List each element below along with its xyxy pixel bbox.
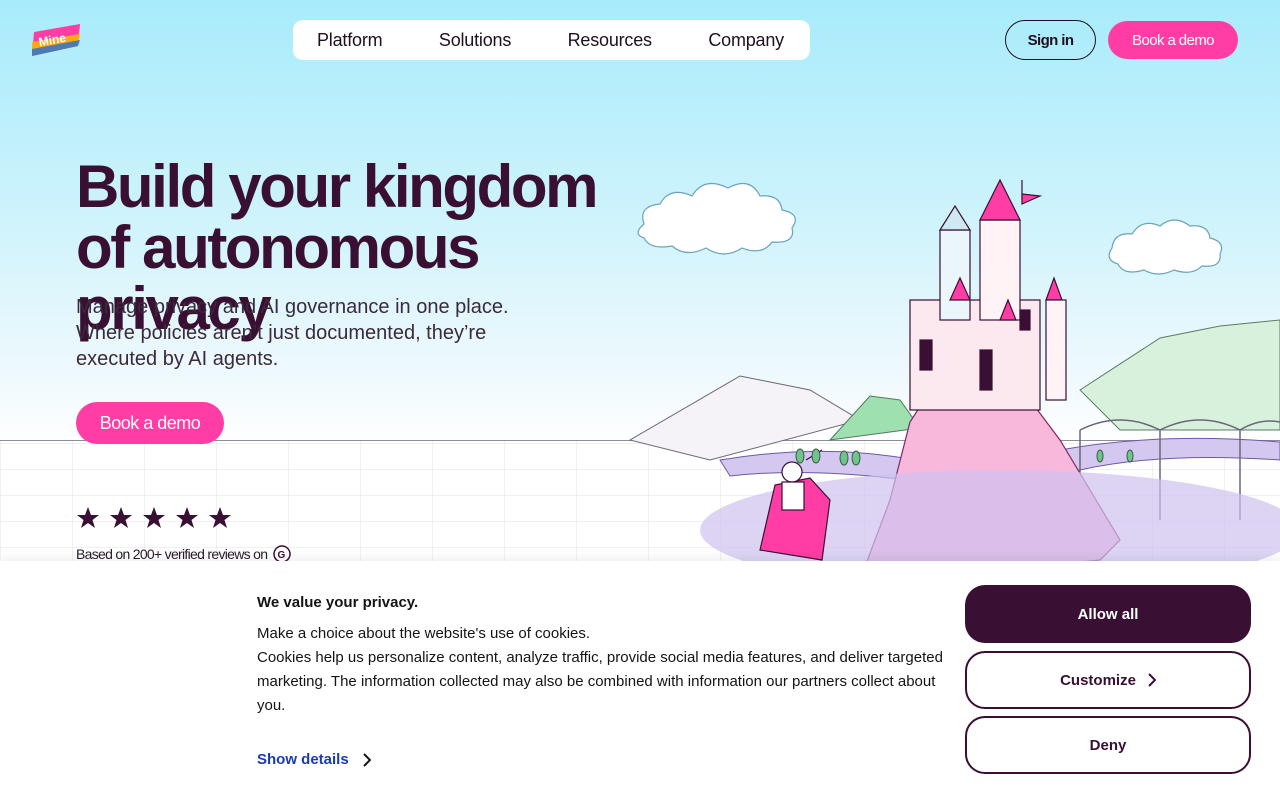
- reviews-text: Based on 200+ verified reviews on: [76, 546, 268, 562]
- chevron-right-icon: [1148, 673, 1156, 687]
- cookie-title: We value your privacy.: [257, 594, 419, 611]
- customize-button[interactable]: Customize: [965, 651, 1251, 709]
- star-icon: [176, 507, 198, 528]
- mountain-left: [628, 375, 862, 461]
- main-nav: Platform Solutions Resources Company: [293, 20, 810, 60]
- castle: [909, 178, 1067, 411]
- cookie-text: Make a choice about the website's use of…: [257, 622, 947, 718]
- sign-in-button[interactable]: Sign in: [1005, 20, 1096, 60]
- cloud-left: [637, 182, 796, 255]
- rating-stars: [76, 506, 232, 530]
- headline-line-1: Build your kingdom: [76, 153, 599, 220]
- mine-logo-icon[interactable]: Mine: [32, 24, 82, 56]
- allow-all-button[interactable]: Allow all: [965, 585, 1251, 643]
- show-details-label: Show details: [257, 751, 349, 768]
- chevron-right-icon: [362, 752, 371, 767]
- cloud-right: [1108, 219, 1223, 275]
- nav-item-solutions[interactable]: Solutions: [439, 30, 511, 51]
- mountain-right: [1079, 319, 1280, 431]
- cookie-text-line-2: Cookies help us personalize content, ana…: [257, 649, 943, 714]
- star-icon: [143, 507, 165, 528]
- nav-item-resources[interactable]: Resources: [568, 30, 652, 51]
- cookie-text-line-1: Make a choice about the website's use of…: [257, 625, 591, 642]
- deny-button[interactable]: Deny: [965, 716, 1251, 774]
- nav-item-platform[interactable]: Platform: [317, 30, 383, 51]
- star-icon: [209, 507, 231, 528]
- hero-subtitle: Manage privacy and AI governance in one …: [76, 296, 509, 370]
- hero-section: Mine Platform Solutions Resources Compan…: [0, 0, 1280, 600]
- star-icon: [77, 507, 99, 528]
- nav-item-company[interactable]: Company: [708, 30, 784, 51]
- book-demo-hero-button[interactable]: Book a demo: [76, 402, 224, 444]
- castle-illustration: [628, 178, 1280, 590]
- star-icon: [110, 507, 132, 528]
- show-details-link[interactable]: Show details: [257, 751, 371, 768]
- cookie-banner: We value your privacy. Make a choice abo…: [0, 561, 1280, 800]
- customize-label: Customize: [1060, 671, 1136, 689]
- svg-text:G: G: [278, 550, 286, 561]
- book-demo-header-button[interactable]: Book a demo: [1108, 21, 1238, 59]
